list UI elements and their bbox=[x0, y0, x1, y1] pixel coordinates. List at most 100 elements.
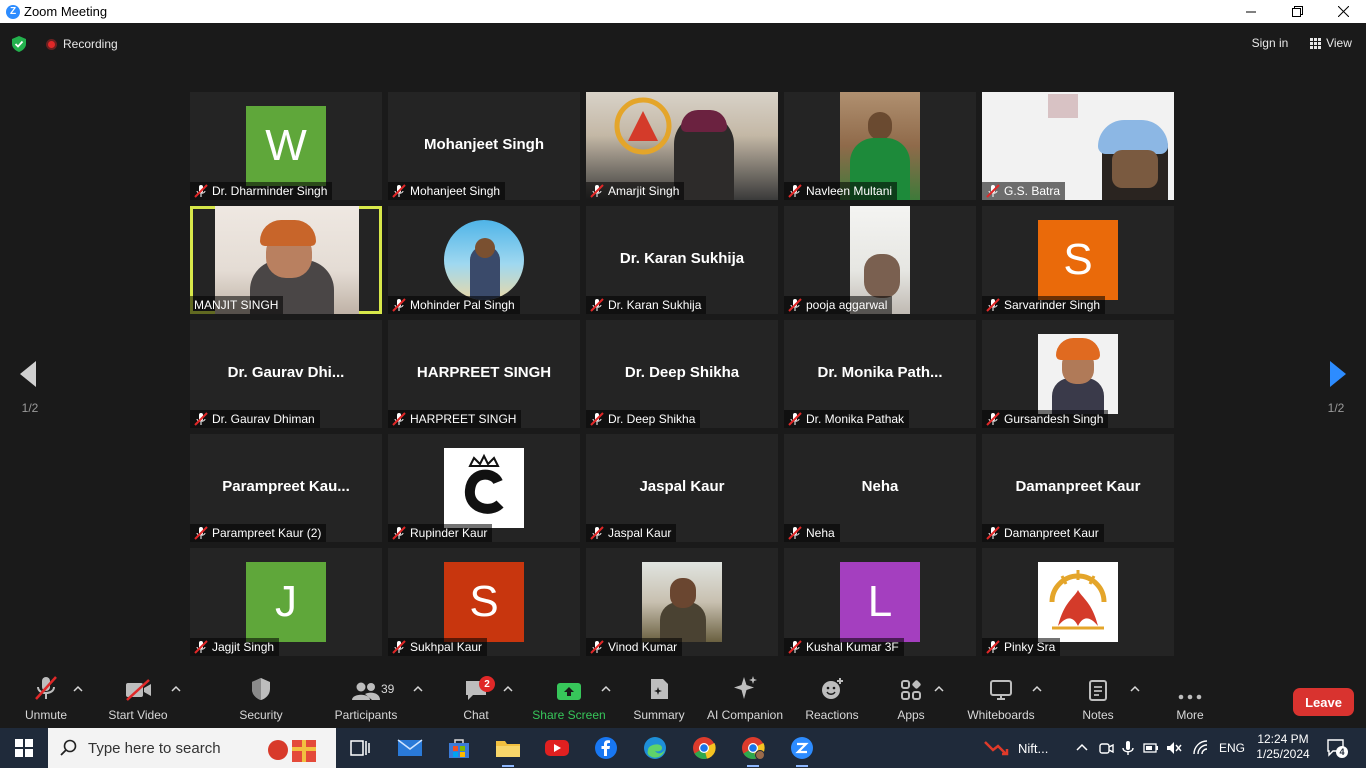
microsoft-store-app[interactable] bbox=[445, 734, 473, 762]
apps-button[interactable]: Apps bbox=[893, 670, 929, 728]
close-icon bbox=[1337, 6, 1349, 17]
turban bbox=[1098, 120, 1168, 154]
zoom-app[interactable] bbox=[788, 734, 816, 767]
mic-muted-icon bbox=[590, 184, 604, 198]
unmute-button[interactable]: Unmute bbox=[18, 670, 74, 728]
share-options-chevron-up-icon[interactable] bbox=[601, 684, 611, 694]
video-options-chevron-up-icon[interactable] bbox=[171, 684, 181, 694]
minimize-button[interactable] bbox=[1228, 0, 1274, 23]
chat-label: Chat bbox=[463, 708, 489, 722]
participant-tile[interactable]: S Sarvarinder Singh bbox=[982, 206, 1174, 314]
participant-display-name: Neha bbox=[861, 478, 899, 495]
next-page-button[interactable]: 1/2 bbox=[1316, 355, 1356, 415]
participant-tile[interactable]: J Jagjit Singh bbox=[190, 548, 382, 656]
clock-time: 12:24 PM bbox=[1257, 732, 1309, 746]
task-view-icon bbox=[350, 740, 370, 756]
sign-in-button[interactable]: Sign in bbox=[1244, 31, 1296, 55]
taskbar-search-box[interactable]: Type here to search bbox=[48, 728, 336, 768]
participant-tile[interactable]: HARPREET SINGH HARPREET SINGH bbox=[388, 320, 580, 428]
chrome-app[interactable] bbox=[690, 734, 718, 762]
participant-name: Mohinder Pal Singh bbox=[410, 298, 515, 312]
chevron-up-icon[interactable] bbox=[1074, 740, 1090, 756]
participants-options-chevron-up-icon[interactable] bbox=[413, 684, 423, 694]
notes-options-chevron-up-icon[interactable] bbox=[1130, 684, 1140, 694]
task-view-button[interactable] bbox=[346, 734, 374, 762]
security-button[interactable]: Security bbox=[236, 670, 286, 728]
leave-button[interactable]: Leave bbox=[1293, 688, 1354, 716]
mic-muted-icon bbox=[392, 412, 406, 426]
previous-page-button[interactable]: 1/2 bbox=[10, 355, 50, 415]
restore-button[interactable] bbox=[1274, 0, 1320, 23]
participant-name: HARPREET SINGH bbox=[410, 412, 517, 426]
share-screen-button[interactable]: Share Screen bbox=[532, 670, 606, 728]
input-language[interactable]: ENG bbox=[1219, 741, 1245, 755]
participant-tile[interactable]: Pinky Sra bbox=[982, 548, 1174, 656]
facebook-app[interactable] bbox=[592, 734, 620, 762]
avatar: W bbox=[246, 106, 326, 186]
participant-tile-active-speaker[interactable]: MANJIT SINGH bbox=[190, 206, 382, 314]
participant-tile[interactable]: Dr. Deep Shikha Dr. Deep Shikha bbox=[586, 320, 778, 428]
taskbar-clock[interactable]: 12:24 PM 1/25/2024 bbox=[1250, 732, 1316, 762]
participant-name: Jaspal Kaur bbox=[608, 526, 672, 540]
file-explorer-app[interactable] bbox=[494, 734, 522, 767]
start-video-button[interactable]: Start Video bbox=[104, 670, 172, 728]
edge-app[interactable] bbox=[641, 734, 669, 762]
search-highlight-gift-icon bbox=[268, 740, 316, 762]
participant-tile[interactable]: Damanpreet Kaur Damanpreet Kaur bbox=[982, 434, 1174, 542]
participant-tile[interactable]: Rupinder Kaur bbox=[388, 434, 580, 542]
share-screen-icon bbox=[557, 683, 581, 700]
start-button[interactable] bbox=[0, 728, 48, 768]
participant-name: Amarjit Singh bbox=[608, 184, 680, 198]
participant-tile[interactable]: Mohinder Pal Singh bbox=[388, 206, 580, 314]
participant-nameplate: G.S. Batra bbox=[982, 182, 1066, 200]
participant-tile[interactable]: Dr. Gaurav Dhi... Dr. Gaurav Dhiman bbox=[190, 320, 382, 428]
participant-display-name: Dr. Deep Shikha bbox=[624, 364, 740, 381]
battery-icon[interactable] bbox=[1143, 740, 1159, 756]
participant-tile[interactable]: L Kushal Kumar 3F bbox=[784, 548, 976, 656]
youtube-app[interactable] bbox=[543, 734, 571, 762]
participant-tile[interactable]: Neha Neha bbox=[784, 434, 976, 542]
participant-tile[interactable]: Parampreet Kau... Parampreet Kaur (2) bbox=[190, 434, 382, 542]
chrome-profile-app[interactable] bbox=[739, 734, 767, 767]
person-face bbox=[1112, 150, 1158, 188]
summary-button[interactable]: Summary bbox=[630, 670, 688, 728]
participant-tile[interactable]: Dr. Karan Sukhija Dr. Karan Sukhija bbox=[586, 206, 778, 314]
encryption-shield-icon[interactable] bbox=[12, 36, 26, 52]
stock-widget-label[interactable]: Nift... bbox=[1018, 741, 1048, 756]
participant-tile[interactable]: Dr. Monika Path... Dr. Monika Pathak bbox=[784, 320, 976, 428]
windows-logo-icon bbox=[15, 739, 33, 757]
recording-indicator[interactable]: Recording bbox=[46, 37, 118, 51]
participant-tile[interactable]: Gursandesh Singh bbox=[982, 320, 1174, 428]
view-button[interactable]: View bbox=[1302, 31, 1360, 55]
ai-companion-button[interactable]: AI Companion bbox=[704, 670, 786, 728]
notes-button[interactable]: Notes bbox=[1078, 670, 1118, 728]
mail-app[interactable] bbox=[396, 734, 424, 762]
participant-tile[interactable]: S Sukhpal Kaur bbox=[388, 548, 580, 656]
page-indicator: 1/2 bbox=[1327, 401, 1345, 415]
participant-tile[interactable]: W Dr. Dharminder Singh bbox=[190, 92, 382, 200]
meet-now-icon[interactable] bbox=[1098, 740, 1114, 756]
whiteboards-options-chevron-up-icon[interactable] bbox=[1032, 684, 1042, 694]
reactions-button[interactable]: Reactions bbox=[804, 670, 860, 728]
participants-button[interactable]: Participants bbox=[332, 670, 400, 728]
chat-options-chevron-up-icon[interactable] bbox=[503, 684, 513, 694]
participant-tile[interactable]: Navleen Multani bbox=[784, 92, 976, 200]
stock-chart-icon[interactable] bbox=[984, 738, 1010, 758]
participant-tile[interactable]: Jaspal Kaur Jaspal Kaur bbox=[586, 434, 778, 542]
participant-tile[interactable]: Mohanjeet Singh Mohanjeet Singh bbox=[388, 92, 580, 200]
participant-tile[interactable]: Amarjit Singh bbox=[586, 92, 778, 200]
volume-muted-icon[interactable] bbox=[1166, 740, 1182, 756]
participant-tile[interactable]: pooja aggarwal bbox=[784, 206, 976, 314]
close-button[interactable] bbox=[1320, 0, 1366, 23]
more-button[interactable]: More bbox=[1170, 670, 1210, 728]
audio-options-chevron-up-icon[interactable] bbox=[73, 684, 83, 694]
participant-tile[interactable]: G.S. Batra bbox=[982, 92, 1174, 200]
participant-name: MANJIT SINGH bbox=[194, 298, 279, 312]
participant-name: Dr. Karan Sukhija bbox=[608, 298, 702, 312]
wifi-icon[interactable] bbox=[1193, 740, 1209, 756]
microphone-in-use-icon[interactable] bbox=[1120, 740, 1136, 756]
mic-muted-icon bbox=[194, 412, 208, 426]
whiteboards-button[interactable]: Whiteboards bbox=[964, 670, 1038, 728]
participant-tile[interactable]: Vinod Kumar bbox=[586, 548, 778, 656]
apps-options-chevron-up-icon[interactable] bbox=[934, 684, 944, 694]
